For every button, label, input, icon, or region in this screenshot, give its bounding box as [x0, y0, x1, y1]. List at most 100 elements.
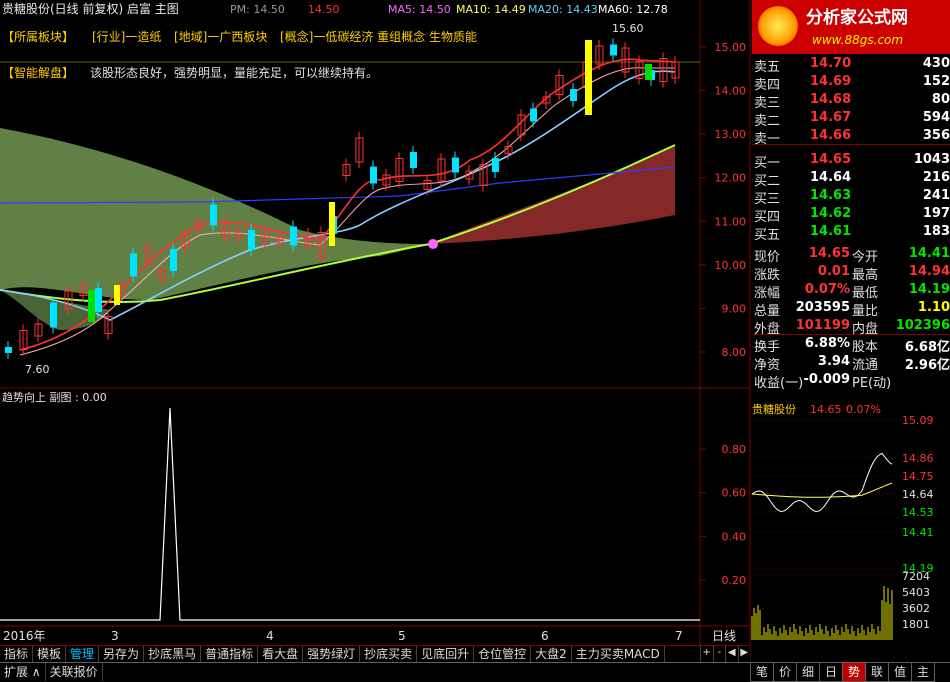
candle-body-down[interactable] [610, 44, 617, 56]
minute-price-tick: 14.41 [902, 526, 934, 539]
toolbar-tab[interactable]: 抄底黑马 [144, 646, 202, 662]
flower-logo-icon [758, 6, 798, 46]
stat-value: 101199 [795, 318, 850, 333]
right-panel-tab[interactable]: 细 [796, 662, 820, 682]
date-label: 2016年 [3, 629, 46, 643]
sub-tick-label: 0.40 [722, 530, 747, 543]
candle-body-down[interactable] [570, 89, 577, 101]
order-price: 14.67 [810, 110, 852, 125]
toolbar-nav-button[interactable]: ▶ [737, 645, 751, 662]
signal-bar-yellow [585, 40, 592, 115]
minute-price-tick: 14.53 [902, 506, 934, 519]
toolbar-tab[interactable]: 看大盘 [258, 646, 304, 662]
sector-tag-concept[interactable]: [概念]一低碳经济 重组概念 生物质能 [280, 31, 477, 43]
order-price: 14.64 [810, 170, 852, 185]
stat-value: 0.07% [804, 282, 850, 297]
candle-body-down[interactable] [492, 158, 499, 172]
candle-body-down[interactable] [410, 152, 417, 168]
toolbar-tab[interactable]: 强势绿灯 [303, 646, 361, 662]
high-marker: 15.60 [612, 22, 644, 35]
stat-value: -0.009 [803, 372, 850, 387]
toolbar-tab[interactable]: 普通指标 [201, 646, 259, 662]
ma5-label: MA5: 14.50 [388, 3, 451, 16]
right-panel-tab[interactable]: 联 [865, 662, 889, 682]
toolbar-tab[interactable]: 管理 [66, 646, 100, 662]
minute-price-tick: 15.09 [902, 414, 934, 427]
price-tick-label: 10.00 [715, 259, 747, 272]
toolbar-nav-button[interactable]: ◀ [725, 645, 738, 662]
stat-label: PE(动) [852, 376, 892, 391]
order-volume: 241 [922, 188, 950, 203]
price-tick-label: 12.00 [715, 172, 747, 185]
low-marker: 7.60 [25, 363, 50, 376]
right-panel-tab[interactable]: 主 [911, 662, 935, 682]
candle-body-down[interactable] [530, 108, 537, 122]
toolbar-tab[interactable]: 模板 [33, 646, 67, 662]
toolbar-tab[interactable]: 见底回升 [417, 646, 475, 662]
date-label: 5 [398, 629, 406, 643]
order-price: 14.68 [810, 92, 852, 107]
stat-value: 14.41 [908, 246, 950, 261]
order-price: 14.70 [810, 56, 852, 71]
sub-tick-label: 0.60 [722, 487, 747, 500]
candle-body-down[interactable] [170, 249, 177, 271]
toolbar-controls: + - ◀ ▶ [700, 645, 750, 662]
toolbar-tab[interactable]: 指标 [0, 646, 34, 662]
date-label: 6 [541, 629, 549, 643]
intraday-chart[interactable]: 15.0914.8614.7514.6414.5314.4114.1972045… [750, 414, 934, 640]
toolbar-tab[interactable]: 主力买卖MACD [572, 646, 665, 662]
candle-body-down[interactable] [290, 226, 297, 246]
order-volume: 80 [931, 92, 950, 107]
minute-price-tick: 14.75 [902, 470, 934, 483]
linked-quote-button[interactable]: 关联报价 [46, 663, 103, 681]
pm-value: 14.50 [308, 3, 340, 16]
candle-body-down[interactable] [210, 204, 217, 226]
signal-dot [428, 239, 438, 249]
period-label[interactable]: 日线 [712, 630, 736, 642]
order-price: 14.66 [810, 128, 852, 143]
candle-body-down[interactable] [95, 288, 102, 312]
order-book-row[interactable]: 卖一 14.66 356 [752, 124, 950, 147]
toolbar-nav-button[interactable]: + [700, 645, 713, 662]
signal-bar-yellow [329, 202, 335, 246]
candle-body-down[interactable] [452, 157, 459, 173]
candle-body-down[interactable] [248, 230, 255, 250]
candle-body-down[interactable] [130, 253, 137, 277]
order-price: 14.63 [810, 188, 852, 203]
order-book-divider [752, 144, 950, 145]
right-panel-tab[interactable]: 价 [773, 662, 797, 682]
sub-tick-label: 0.80 [722, 443, 747, 456]
price-tick-label: 11.00 [715, 215, 747, 228]
toolbar-nav-button[interactable]: - [712, 645, 726, 662]
order-volume: 356 [922, 128, 950, 143]
intraday-price-line [751, 452, 893, 512]
right-panel-tab[interactable]: 日 [819, 662, 843, 682]
order-volume: 183 [922, 224, 950, 239]
signal-bar-yellow [114, 285, 120, 305]
expand-button[interactable]: 扩展 ∧ [0, 663, 46, 681]
stat-value: 1.10 [917, 300, 950, 315]
ma10-label: MA10: 14.49 [456, 3, 526, 16]
toolbar-tab[interactable]: 另存为 [99, 646, 145, 662]
sector-tag-region[interactable]: [地域]一广西板块 [174, 31, 267, 43]
candle-body-down[interactable] [50, 302, 57, 328]
order-book-row[interactable]: 买五 14.61 183 [752, 220, 950, 243]
right-panel-tab[interactable]: 值 [888, 662, 912, 682]
stat-value: 3.94 [817, 354, 850, 369]
logo-url: www.88gs.com [812, 33, 904, 47]
right-panel-tab[interactable]: 势 [842, 662, 866, 682]
toolbar-tab[interactable]: 仓位管控 [474, 646, 532, 662]
order-label: 买五 [754, 228, 781, 243]
toolbar-tab[interactable]: 抄底买卖 [360, 646, 418, 662]
candle-body-down[interactable] [370, 166, 377, 184]
pm-label: PM: 14.50 [230, 3, 285, 16]
smart-analysis-label: 【智能解盘】 [2, 66, 75, 80]
signal-bar-green [88, 290, 95, 322]
right-panel-tab[interactable]: 笔 [750, 662, 774, 682]
smart-analysis-text: 该股形态良好，强势明显，量能充足，可以继续持有。 [90, 66, 379, 80]
toolbar-tab[interactable]: 大盘2 [531, 646, 572, 662]
sector-tag-industry[interactable]: [行业]一造纸 [92, 31, 161, 43]
candle-body-down[interactable] [5, 347, 12, 353]
date-label: 3 [111, 629, 119, 643]
order-book: 卖五 14.70 430 卖四 14.69 152 卖三 14.68 80 卖二 14.67 594 卖… [752, 52, 950, 243]
